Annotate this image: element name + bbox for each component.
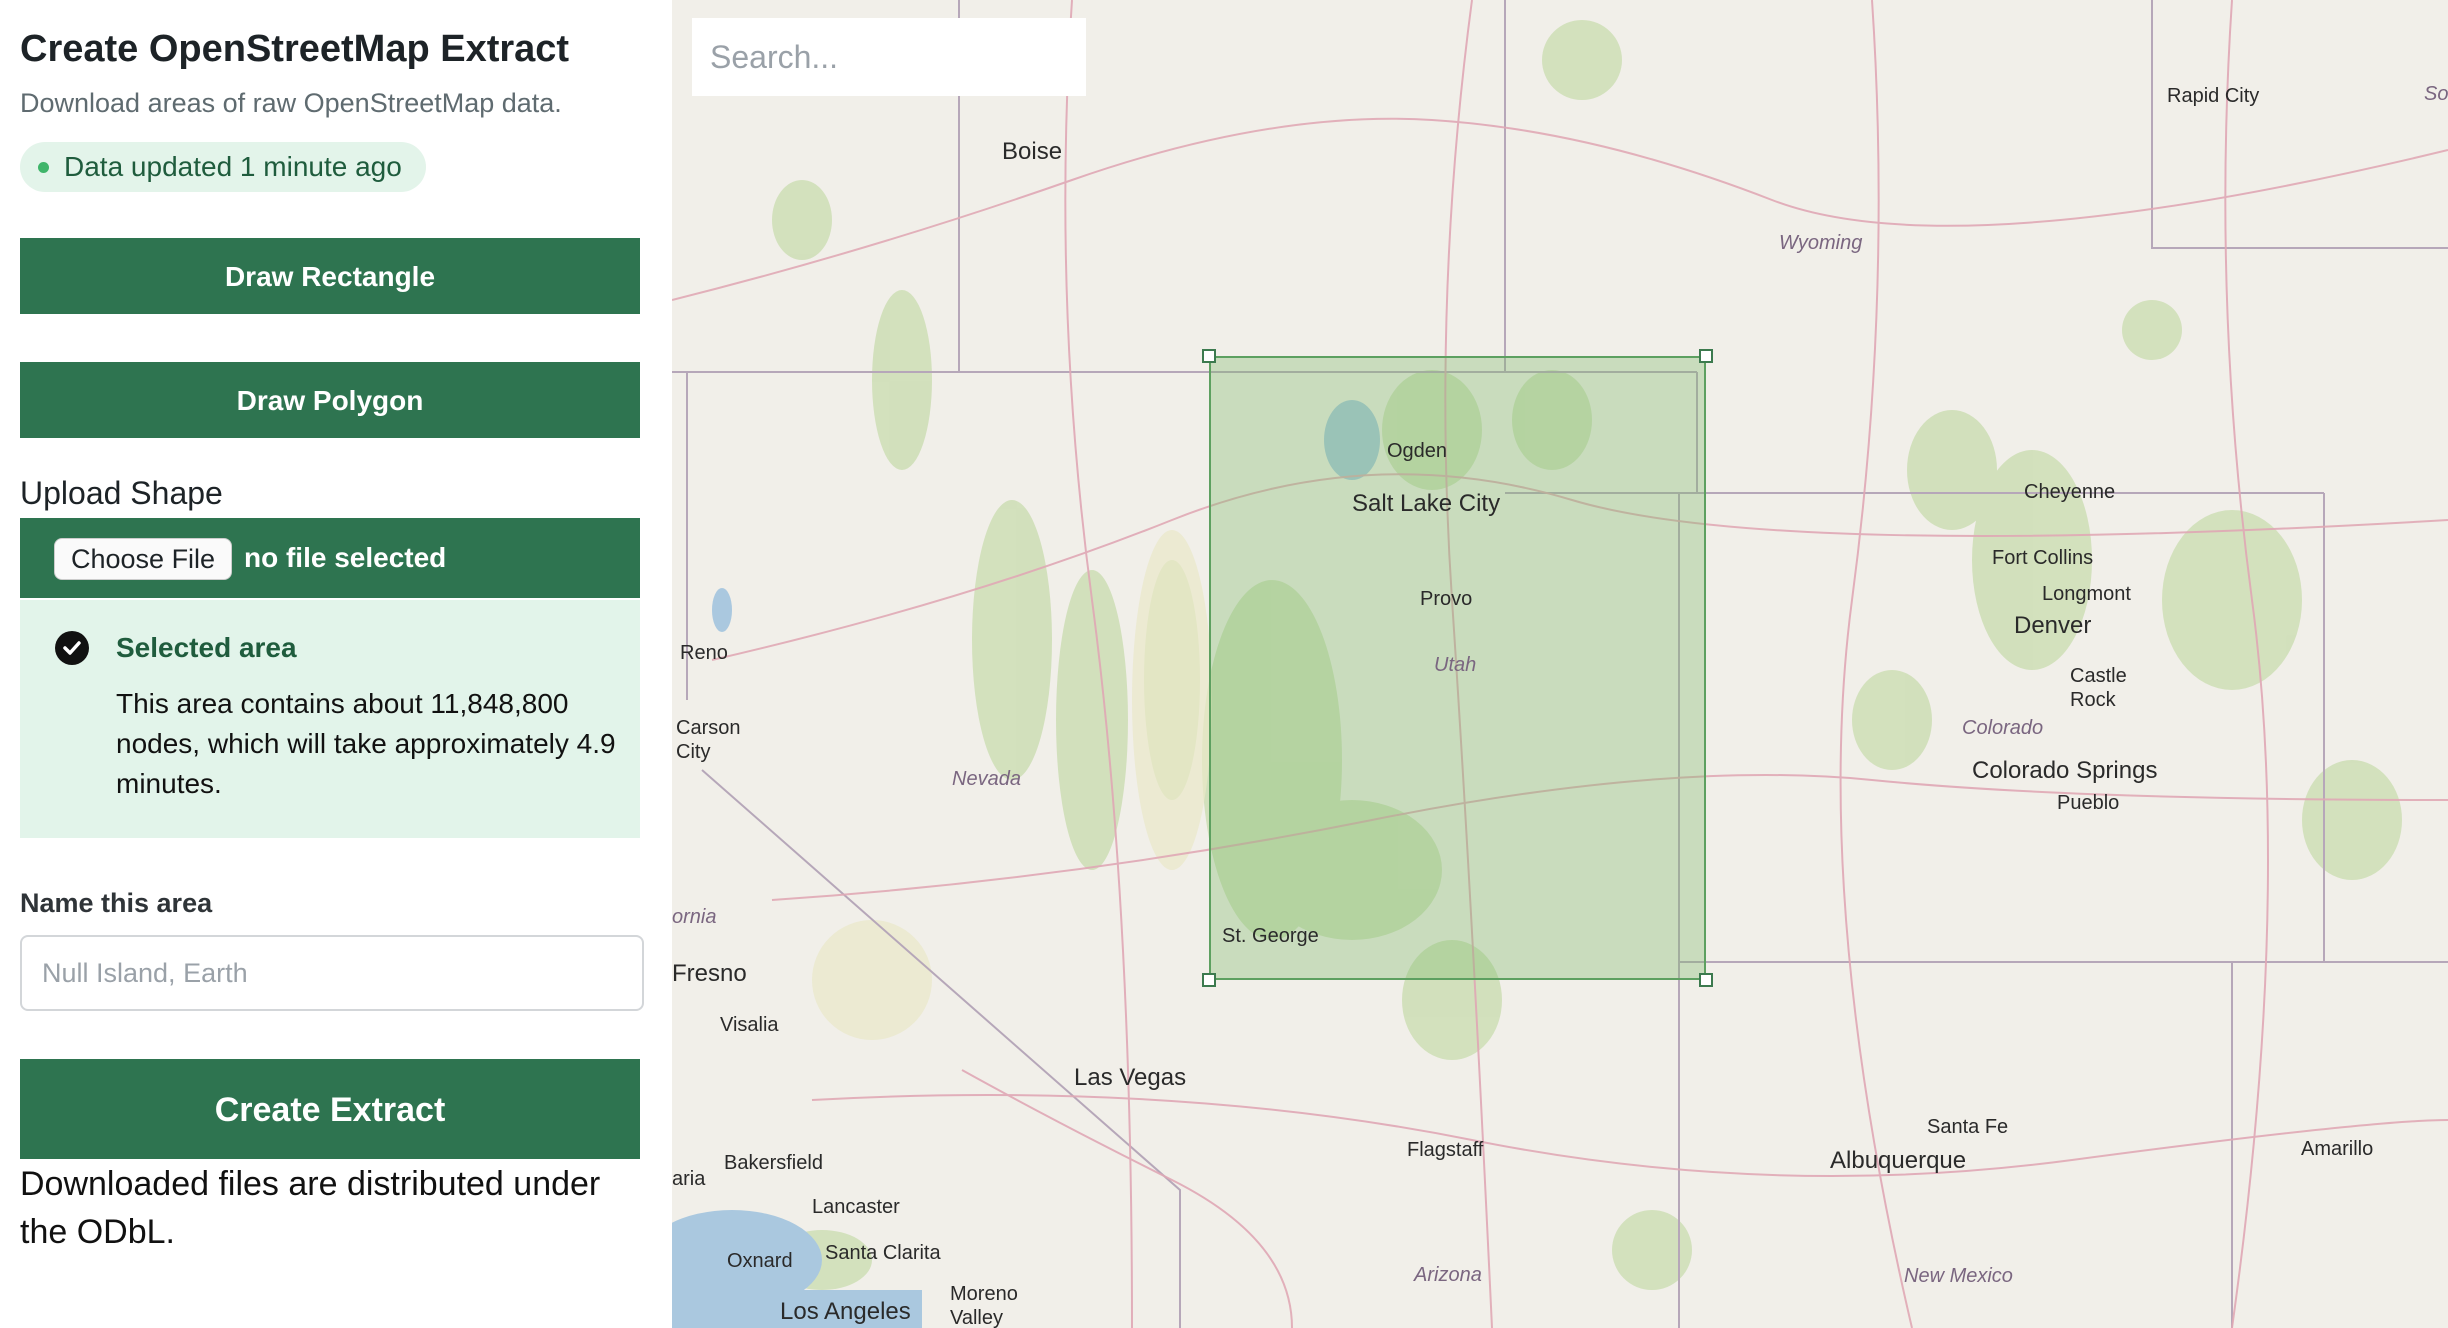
- file-status-text: no file selected: [244, 542, 447, 573]
- selection-handle-nw[interactable]: [1202, 349, 1216, 363]
- map-label-albuquerque: Albuquerque: [1830, 1147, 1967, 1174]
- selected-area-title: Selected area: [116, 632, 297, 663]
- draw-rectangle-button[interactable]: Draw Rectangle: [20, 238, 640, 314]
- check-circle-icon: [55, 631, 89, 665]
- page-subtitle: Download areas of raw OpenStreetMap data…: [20, 88, 562, 118]
- map-label-denver: Denver: [2014, 612, 2092, 639]
- map-label-moreno-valley: Moreno Valley: [950, 1283, 1018, 1328]
- map-label-colorado-springs: Colorado Springs: [1972, 757, 2158, 784]
- map-label-fresno: Fresno: [672, 960, 747, 987]
- upload-shape-label: Upload Shape: [20, 475, 223, 511]
- map-label-lancaster: Lancaster: [812, 1196, 900, 1218]
- license-text: Downloaded files are distributed under t…: [20, 1165, 601, 1251]
- selection-handle-sw[interactable]: [1202, 973, 1216, 987]
- map-label-arizona: Arizona: [1414, 1264, 1482, 1286]
- map-label-flagstaff: Flagstaff: [1407, 1139, 1484, 1161]
- selection-handle-se[interactable]: [1699, 973, 1713, 987]
- map-label-oxnard: Oxnard: [727, 1250, 793, 1272]
- selected-area-description: This area contains about 11,848,800 node…: [116, 688, 616, 799]
- file-upload-field[interactable]: Choose File no file selected: [20, 518, 640, 598]
- map-label-santa-fe: Santa Fe: [1927, 1116, 2009, 1138]
- map-label-utah: Utah: [1434, 654, 1477, 676]
- status-dot-icon: [38, 162, 49, 173]
- page-title: Create OpenStreetMap Extract: [20, 28, 570, 70]
- map-label-castle-rock: Castle Rock: [2070, 665, 2127, 711]
- map-label-amarillo: Amarillo: [2301, 1138, 2374, 1160]
- map-label-salt-lake-city: Salt Lake City: [1352, 490, 1501, 517]
- map-label-las-vegas: Las Vegas: [1074, 1064, 1187, 1091]
- selection-handle-ne[interactable]: [1699, 349, 1713, 363]
- draw-polygon-button[interactable]: Draw Polygon: [20, 362, 640, 438]
- map-label-provo: Provo: [1420, 588, 1473, 610]
- map-label-pueblo: Pueblo: [2057, 792, 2120, 814]
- map-label-santa-clarita: Santa Clarita: [825, 1242, 941, 1264]
- map-label-st-george: St. George: [1222, 925, 1319, 947]
- map-search-input[interactable]: [692, 18, 1086, 96]
- map-label-visalia: Visalia: [720, 1014, 779, 1036]
- map-view[interactable]: Boise Rapid City So Wyoming Ogden Salt L…: [672, 0, 2448, 1328]
- map-label-fort-collins: Fort Collins: [1992, 547, 2094, 569]
- map-label-cheyenne: Cheyenne: [2024, 481, 2116, 503]
- sidebar: Create OpenStreetMap Extract Download ar…: [0, 0, 672, 1328]
- map-label-boise: Boise: [1002, 138, 1063, 165]
- choose-file-button[interactable]: Choose File: [54, 538, 233, 580]
- map-label-reno: Reno: [680, 642, 728, 664]
- map-label-ogden: Ogden: [1387, 440, 1448, 462]
- map-label-bakersfield: Bakersfield: [724, 1152, 823, 1174]
- map-label-wyoming: Wyoming: [1779, 232, 1863, 254]
- map-label-aria: aria: [672, 1168, 706, 1190]
- map-label-rapid-city: Rapid City: [2167, 85, 2260, 107]
- name-area-label: Name this area: [20, 888, 213, 918]
- status-text: Data updated 1 minute ago: [64, 151, 402, 182]
- map-label-colorado: Colorado: [1962, 717, 2044, 739]
- map-label-ornia: ornia: [672, 906, 717, 928]
- map-label-new-mexico: New Mexico: [1904, 1265, 2013, 1287]
- selected-area-panel: Selected area This area contains about 1…: [20, 600, 640, 838]
- map-label-carson-city: Carson City: [676, 717, 741, 763]
- map-label-nevada: Nevada: [952, 768, 1021, 790]
- map-label-so: So: [2424, 83, 2448, 105]
- area-name-input[interactable]: [20, 935, 644, 1011]
- status-badge: Data updated 1 minute ago: [20, 142, 426, 192]
- map-label-longmont: Longmont: [2042, 583, 2131, 605]
- create-extract-button[interactable]: Create Extract: [20, 1059, 640, 1159]
- map-label-los-angeles: Los Angeles: [780, 1298, 911, 1325]
